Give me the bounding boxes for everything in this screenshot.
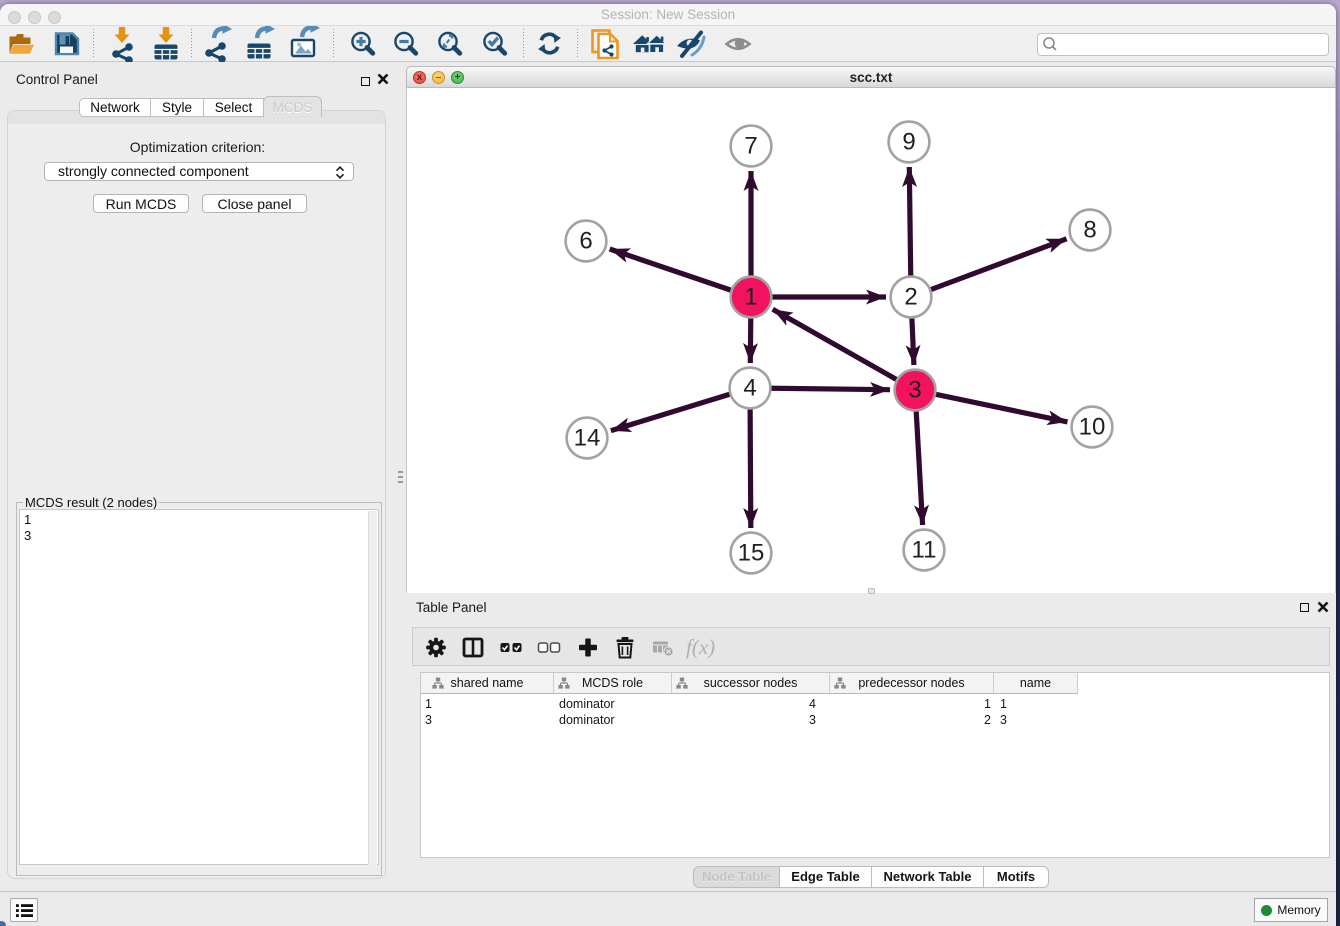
svg-text:15: 15 (738, 540, 765, 567)
svg-text:3: 3 (908, 377, 921, 404)
svg-text:9: 9 (902, 129, 915, 156)
svg-text:1: 1 (744, 284, 757, 311)
svg-text:6: 6 (579, 228, 592, 255)
svg-text:14: 14 (574, 425, 601, 452)
svg-text:11: 11 (912, 537, 937, 564)
svg-text:7: 7 (744, 133, 757, 160)
svg-text:8: 8 (1083, 217, 1096, 244)
svg-text:2: 2 (904, 284, 917, 311)
svg-text:10: 10 (1079, 414, 1106, 441)
svg-text:4: 4 (743, 375, 756, 402)
svg-text:f(x): f(x) (686, 635, 715, 659)
